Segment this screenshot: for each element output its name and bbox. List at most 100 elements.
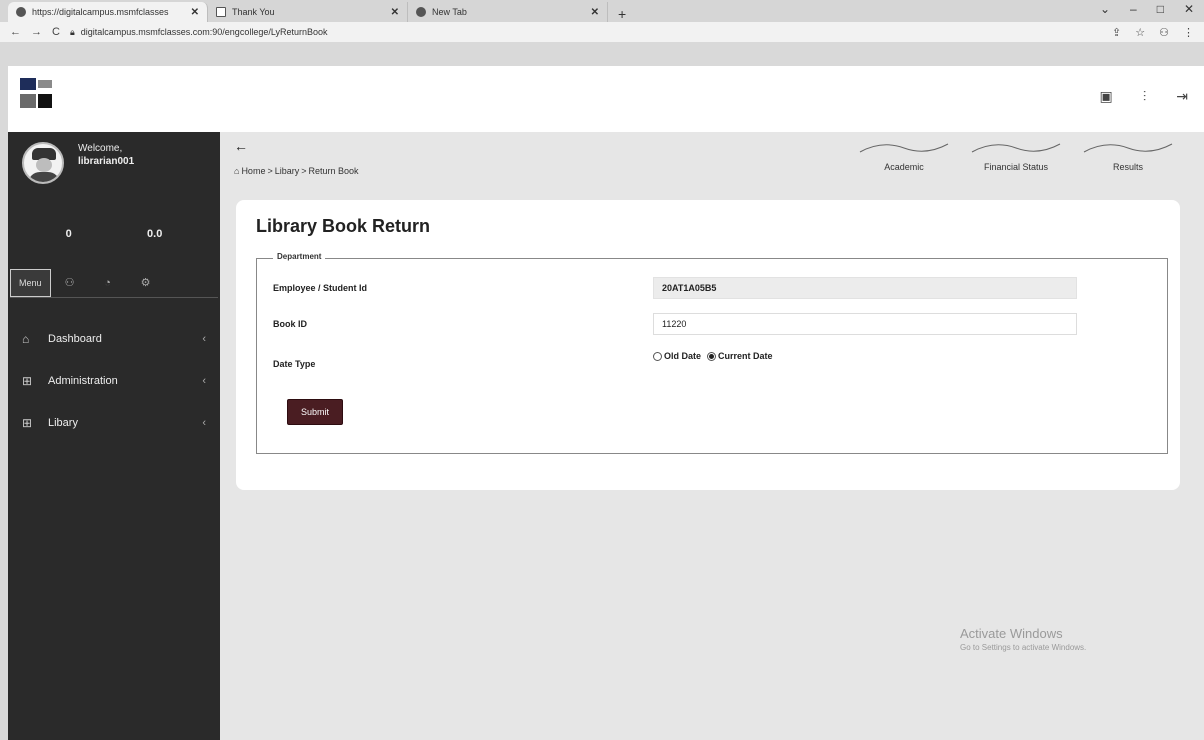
username: librarian001 [78,156,135,167]
employee-row: Employee / Student Id 20AT1A05B5 [273,277,1153,299]
submit-button[interactable]: Submit [287,399,343,425]
date-type-label: Date Type [273,359,316,369]
tab-close-icon[interactable]: ✕ [391,7,399,18]
wave-decoration [859,143,949,153]
lock-icon: 🔒︎ [69,26,75,37]
minimize-icon[interactable]: – [1130,2,1137,16]
topnav-label: Results [1112,162,1143,172]
topnav-financial-status[interactable]: Financial Status [960,138,1072,178]
sidebar-stats: 0 0.0 [8,228,220,240]
tab-close-icon[interactable]: ✕ [191,7,199,18]
chevron-left-icon: ‹ [202,417,206,429]
book-id-label: Book ID [273,319,308,329]
tab-menu[interactable]: Menu [10,268,51,297]
close-icon[interactable]: ✕ [1184,2,1194,16]
fieldset-legend: Department [273,252,326,261]
star-icon[interactable]: ☆ [1135,26,1145,39]
activate-windows-watermark: Activate Windows Go to Settings to activ… [960,626,1086,652]
old-date-radio[interactable] [653,351,662,361]
window-controls: ⌄ – □ ✕ [1100,2,1194,16]
reload-icon[interactable]: C [52,26,60,38]
stat-left: 0 [65,228,72,240]
date-type-row: Date Type Old Date Current Date [273,351,1153,369]
browser-tab-2[interactable]: Thank You ✕ [208,2,408,22]
breadcrumb-separator: > [301,166,307,176]
watermark-title: Activate Windows [960,626,1063,641]
college-logo[interactable] [20,78,54,118]
watermark-subtitle: Go to Settings to activate Windows. [960,643,1087,652]
sidebar-item-label: Libary [48,417,78,429]
sidebar-item-administration[interactable]: ⊞ Administration ‹ [8,360,220,402]
maximize-icon[interactable]: □ [1157,2,1164,16]
department-fieldset: Department Employee / Student Id 20AT1A0… [256,252,1168,454]
book-id-field[interactable]: 11220 [653,313,1077,335]
avatar[interactable] [22,142,64,184]
breadcrumb: ⌂ Home > Libary > Return Book [234,166,359,176]
chevron-down-icon[interactable]: ⌄ [1100,2,1110,16]
top-nav: Academic Financial Status Results [848,138,1184,178]
new-tab-button[interactable]: + [608,6,636,22]
old-date-label[interactable]: Old Date [664,351,701,361]
sidebar-item-libary[interactable]: ⊞ Libary ‹ [8,402,220,444]
url-text: digitalcampus.msmfclasses.com:90/engcoll… [80,27,328,37]
welcome-block: Welcome, librarian001 [78,142,134,168]
topnav-label: Financial Status [983,162,1049,172]
welcome-text: Welcome, [78,143,123,154]
wave-decoration [1083,143,1173,153]
chevron-left-icon: ‹ [202,333,206,345]
address-bar-actions: ⇪ ☆ ⚇ ⋮ [1112,26,1194,39]
tab-chart-icon[interactable]: ◔ [89,269,127,297]
sidebar-item-label: Dashboard [48,333,102,345]
wave-decoration [971,143,1061,153]
browser-tab-1[interactable]: https://digitalcampus.msmfclasses ✕ [8,2,208,22]
app-header: ▣ ⫶ ⇥ [8,66,1204,132]
url-field[interactable]: 🔒︎ digitalcampus.msmfclasses.com:90/engc… [70,27,1102,38]
current-date-label[interactable]: Current Date [718,351,773,361]
browser-tab-3[interactable]: New Tab ✕ [408,2,608,22]
main-content: ← ⌂ Home > Libary > Return Book Academic… [220,132,1204,740]
logout-icon[interactable]: ⇥ [1176,88,1188,105]
globe-icon [416,7,426,17]
library-icon: ⊞ [22,416,33,430]
breadcrumb-separator: > [267,166,273,176]
tab-title: Thank You [232,7,275,17]
calendar-icon[interactable]: ▣ [1100,88,1113,105]
tab-gear-icon[interactable]: ⚙ [127,269,165,297]
page-icon [216,7,226,17]
breadcrumb-page: Return Book [308,166,359,176]
employee-id-field[interactable]: 20AT1A05B5 [653,277,1077,299]
header-icons: ▣ ⫶ ⇥ [1100,88,1188,105]
back-arrow-icon[interactable]: ← [234,138,248,154]
grid-icon: ⊞ [22,374,33,388]
globe-icon [16,7,26,17]
sidebar-tabs: Menu ⚇ ◔ ⚙ [10,268,218,298]
more-icon[interactable]: ⋮ [1183,26,1194,39]
tab-title: New Tab [432,7,467,17]
tab-close-icon[interactable]: ✕ [591,7,599,18]
tab-title: https://digitalcampus.msmfclasses [32,7,169,17]
settings-sliders-icon[interactable]: ⫶ [1143,88,1147,105]
topnav-results[interactable]: Results [1072,138,1184,178]
sidebar-item-dashboard[interactable]: ⌂ Dashboard ‹ [8,318,220,360]
sidebar-nav: ⌂ Dashboard ‹ ⊞ Administration ‹ ⊞ Libar… [8,318,220,444]
profile-icon[interactable]: ⚇ [1159,26,1169,39]
browser-tab-bar: https://digitalcampus.msmfclasses ✕ Than… [0,0,1204,22]
forward-icon[interactable]: → [31,26,42,38]
home-icon: ⌂ [234,166,240,176]
share-icon[interactable]: ⇪ [1112,26,1121,39]
sidebar: Welcome, librarian001 0 0.0 Menu ⚇ ◔ ⚙ ⌂… [8,132,220,740]
chevron-left-icon: ‹ [202,375,206,387]
stat-right: 0.0 [147,228,163,240]
topnav-academic[interactable]: Academic [848,138,960,178]
tab-people-icon[interactable]: ⚇ [51,269,89,297]
book-row: Book ID 11220 [273,313,1153,335]
employee-label: Employee / Student Id [273,283,368,293]
breadcrumb-section[interactable]: Libary [275,166,300,176]
date-type-radio-group: Old Date Current Date [653,351,773,361]
address-bar: ← → C 🔒︎ digitalcampus.msmfclasses.com:9… [0,22,1204,42]
home-icon: ⌂ [22,332,30,346]
breadcrumb-home[interactable]: Home [241,166,265,176]
current-date-radio[interactable] [707,351,717,361]
page-title: Library Book Return [256,216,431,236]
back-icon[interactable]: ← [10,26,21,38]
